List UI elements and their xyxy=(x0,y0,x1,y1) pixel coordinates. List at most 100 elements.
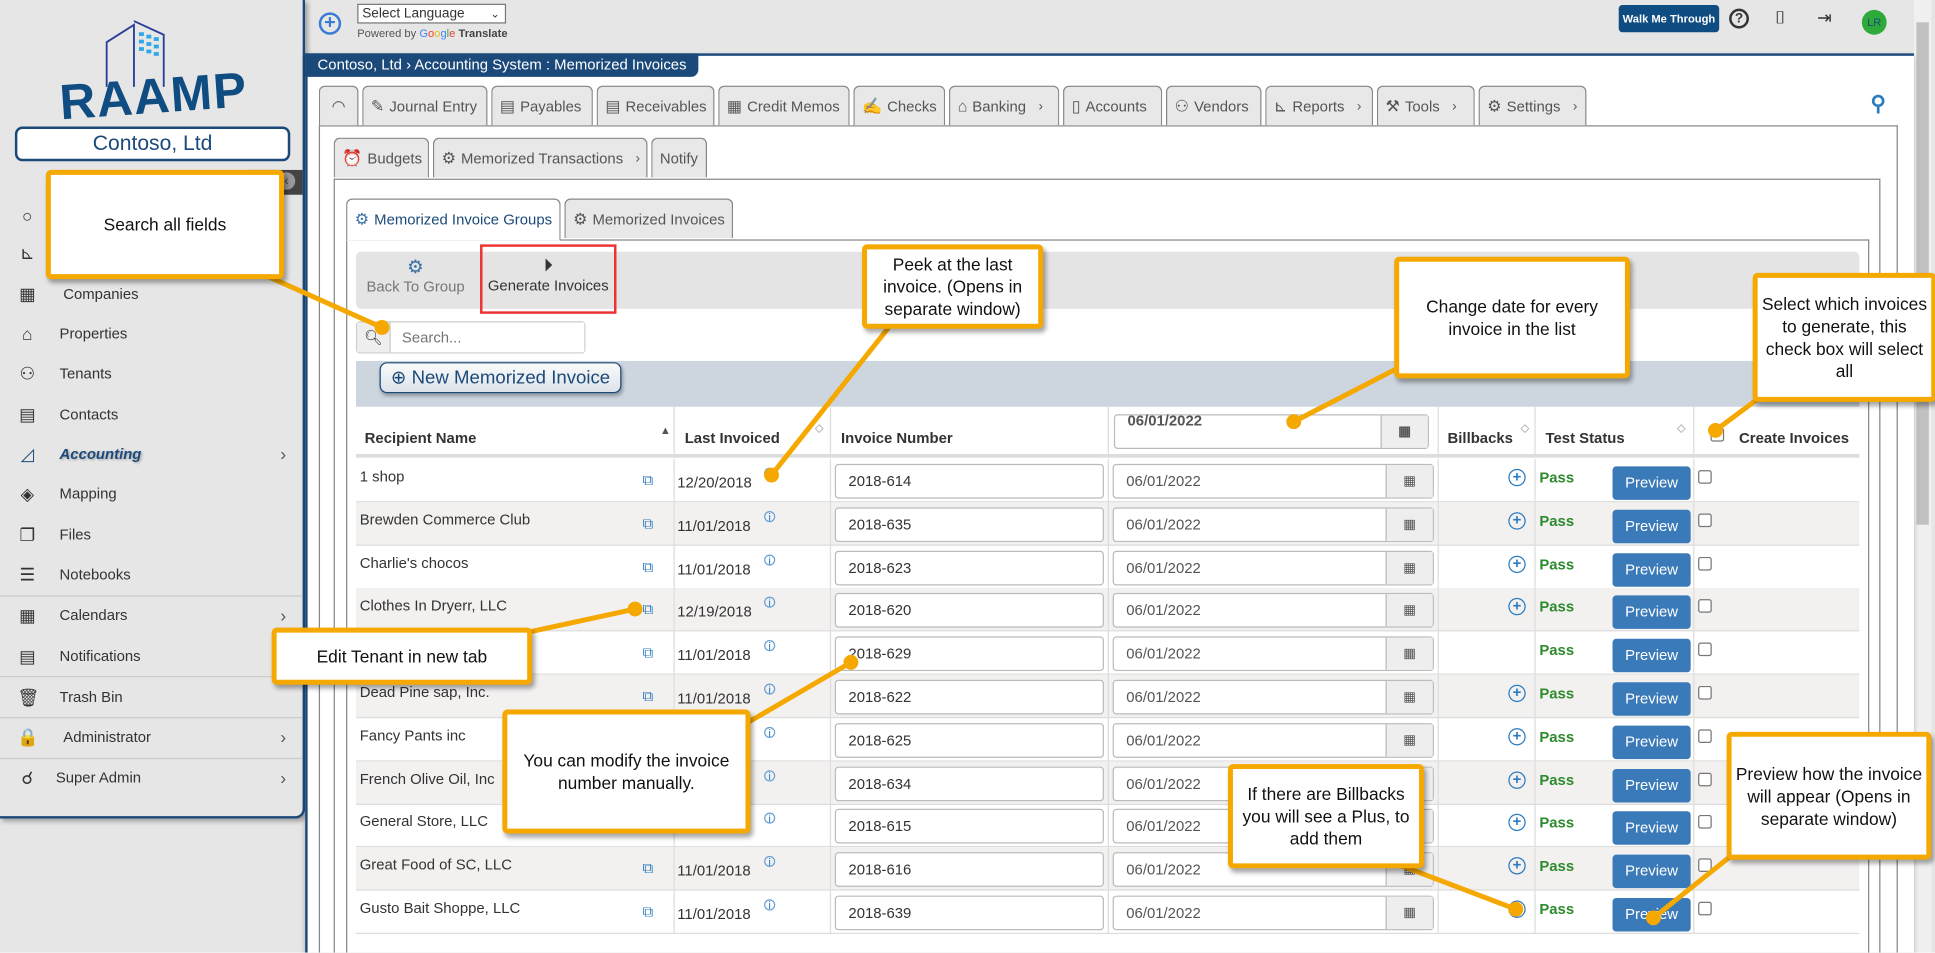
tab-accounts[interactable]: ▯ Accounts xyxy=(1063,85,1163,126)
search-icon[interactable]: ⚲ xyxy=(1871,92,1886,117)
invoice-date-input[interactable]: 06/01/2022 ▦ xyxy=(1112,550,1434,585)
calendar-icon[interactable]: ▦ xyxy=(1385,465,1433,498)
add-billback-icon[interactable]: + xyxy=(1508,684,1526,703)
col-last-invoiced[interactable]: Last Invoiced ◇ xyxy=(675,406,832,458)
add-billback-icon[interactable]: + xyxy=(1508,512,1526,530)
preview-button[interactable]: Preview xyxy=(1612,639,1691,673)
add-billback-icon[interactable]: + xyxy=(1508,555,1526,573)
invoice-number-input[interactable]: 2018-639 xyxy=(834,895,1104,931)
help-icon[interactable]: ? xyxy=(1729,8,1749,29)
calendar-icon[interactable]: ▦ xyxy=(1385,896,1433,930)
invoice-date-input[interactable]: 06/01/2022 ▦ xyxy=(1112,463,1434,499)
info-icon[interactable]: i xyxy=(764,683,776,695)
tab-dashboard[interactable]: ◠ xyxy=(318,85,359,126)
preview-button[interactable]: Preview xyxy=(1612,595,1691,630)
tab-reports[interactable]: ⊾ Reports › xyxy=(1265,85,1374,126)
sidebar-item-super-admin[interactable]: ☌ Super Admin › xyxy=(0,758,303,798)
invoice-date-input[interactable]: 06/01/2022 ▦ xyxy=(1112,593,1434,629)
bookmark-icon[interactable]: ⌷ xyxy=(1775,7,1785,28)
preview-button[interactable]: Preview xyxy=(1612,509,1691,544)
create-invoice-checkbox[interactable] xyxy=(1698,901,1712,916)
back-to-group-button[interactable]: ⚙ Back To Group xyxy=(362,252,469,309)
invoice-number-input[interactable]: 2018-614 xyxy=(834,463,1104,499)
create-invoice-checkbox[interactable] xyxy=(1698,729,1712,743)
preview-button[interactable]: Preview xyxy=(1612,552,1691,587)
company-name[interactable]: Contoso, Ltd xyxy=(14,126,291,162)
col-recipient-name[interactable]: Recipient Name ▲ xyxy=(356,406,675,458)
invoice-number-input[interactable]: 2018-635 xyxy=(834,507,1104,542)
tab-budgets[interactable]: ⏰ Budgets xyxy=(333,137,430,178)
tab-notify[interactable]: Notify xyxy=(651,137,708,178)
add-billback-icon[interactable]: + xyxy=(1508,727,1526,746)
tab-credit-memos[interactable]: ▦ Credit Memos xyxy=(718,85,850,126)
create-invoice-checkbox[interactable] xyxy=(1698,685,1712,700)
external-link-icon[interactable]: ⧉ xyxy=(643,860,654,879)
walk-me-through-button[interactable]: Walk Me Through xyxy=(1618,4,1720,33)
calendar-icon[interactable]: ▦ xyxy=(1385,680,1433,714)
tab-memorized-invoice-groups[interactable]: ⚙ Memorized Invoice Groups xyxy=(346,198,561,241)
sidebar-item-companies[interactable]: ▦ Companies xyxy=(0,274,303,314)
tab-memorized-invoices[interactable]: ⚙ Memorized Invoices xyxy=(564,198,734,239)
info-icon[interactable]: i xyxy=(764,726,776,738)
calendar-icon[interactable]: ▦ xyxy=(1385,551,1433,584)
add-billback-icon[interactable]: + xyxy=(1508,771,1526,789)
tab-vendors[interactable]: ⚇ Vendors xyxy=(1165,85,1262,126)
sidebar-item-notifications[interactable]: ▤ Notifications xyxy=(0,636,303,676)
add-billback-icon[interactable]: + xyxy=(1508,469,1526,487)
invoice-number-input[interactable]: 2018-634 xyxy=(834,766,1104,801)
tab-checks[interactable]: ✍ Checks xyxy=(853,85,946,126)
invoice-number-input[interactable]: 2018-623 xyxy=(834,550,1104,585)
calendar-icon[interactable]: ▦ xyxy=(1385,637,1433,671)
calendar-icon[interactable]: ▦ xyxy=(1385,594,1433,627)
invoice-number-input[interactable]: 2018-620 xyxy=(834,593,1104,629)
invoice-number-input[interactable]: 2018-615 xyxy=(834,809,1104,844)
preview-button[interactable]: Preview xyxy=(1612,854,1691,889)
info-icon[interactable]: i xyxy=(764,769,776,782)
tab-journal-entry[interactable]: ✎ Journal Entry xyxy=(362,85,488,126)
invoice-date-input[interactable]: 06/01/2022 ▦ xyxy=(1112,722,1434,758)
sidebar-item-contacts[interactable]: ▤ Contacts xyxy=(0,394,303,434)
create-invoice-checkbox[interactable] xyxy=(1698,470,1712,484)
external-link-icon[interactable]: ⧉ xyxy=(643,515,654,534)
tab-receivables[interactable]: ▤ Receivables xyxy=(596,85,715,126)
sidebar-item-calendars[interactable]: ▦ Calendars › xyxy=(0,595,303,635)
new-memorized-invoice-button[interactable]: ⊕ New Memorized Invoice xyxy=(379,362,622,394)
sidebar-item-trash-bin[interactable]: 🗑 Trash Bin xyxy=(0,677,303,717)
calendar-icon[interactable]: ▦ xyxy=(1380,415,1428,448)
tab-payables[interactable]: ▤ Payables xyxy=(491,85,593,126)
create-invoice-checkbox[interactable] xyxy=(1698,513,1712,527)
external-link-icon[interactable]: ⧉ xyxy=(643,687,654,706)
calendar-icon[interactable]: ▦ xyxy=(1385,508,1433,541)
create-invoice-checkbox[interactable] xyxy=(1698,599,1712,614)
sidebar-item-tenants[interactable]: ⚇ Tenants xyxy=(0,354,303,394)
external-link-icon[interactable]: ⧉ xyxy=(643,558,654,577)
create-invoice-checkbox[interactable] xyxy=(1698,642,1712,657)
external-link-icon[interactable]: ⧉ xyxy=(643,601,654,620)
preview-button[interactable]: Preview xyxy=(1612,811,1691,846)
sidebar-item-files[interactable]: ❐ Files xyxy=(0,515,303,555)
invoice-number-input[interactable]: 2018-616 xyxy=(834,852,1104,888)
invoice-date-input[interactable]: 06/01/2022 ▦ xyxy=(1112,507,1434,542)
add-billback-icon[interactable]: + xyxy=(1508,901,1526,918)
col-invoice-number[interactable]: Invoice Number xyxy=(831,406,1109,458)
sidebar-item-accounting[interactable]: ◿ Accounting › xyxy=(0,434,303,474)
invoice-number-input[interactable]: 2018-622 xyxy=(834,679,1104,715)
sidebar-item-notebooks[interactable]: ☰ Notebooks xyxy=(0,554,303,594)
preview-button[interactable]: Preview xyxy=(1612,725,1691,759)
col-test-status[interactable]: Test Status ◇ xyxy=(1536,406,1695,458)
external-link-icon[interactable]: ⧉ xyxy=(643,903,654,922)
calendar-icon[interactable]: ▦ xyxy=(1385,724,1433,757)
preview-button[interactable]: Preview xyxy=(1612,466,1691,500)
tab-settings[interactable]: ⚙ Settings › xyxy=(1478,85,1587,126)
invoice-date-input[interactable]: 06/01/2022 ▦ xyxy=(1112,636,1434,672)
tab-tools[interactable]: ⚒ Tools › xyxy=(1376,85,1475,126)
info-icon[interactable]: i xyxy=(764,510,776,523)
preview-button[interactable]: Preview xyxy=(1612,682,1691,716)
language-select[interactable]: Select Language ⌄ xyxy=(357,3,507,24)
invoice-date-input[interactable]: 06/01/2022 ▦ xyxy=(1112,895,1434,931)
date-all-input[interactable]: 06/01/2022 ▦ xyxy=(1113,412,1429,450)
invoice-date-input[interactable]: 06/01/2022 ▦ xyxy=(1112,679,1434,715)
create-invoice-checkbox[interactable] xyxy=(1698,858,1712,873)
sidebar-item-mapping[interactable]: ◈ Mapping xyxy=(0,474,303,514)
preview-button[interactable]: Preview xyxy=(1612,768,1691,803)
